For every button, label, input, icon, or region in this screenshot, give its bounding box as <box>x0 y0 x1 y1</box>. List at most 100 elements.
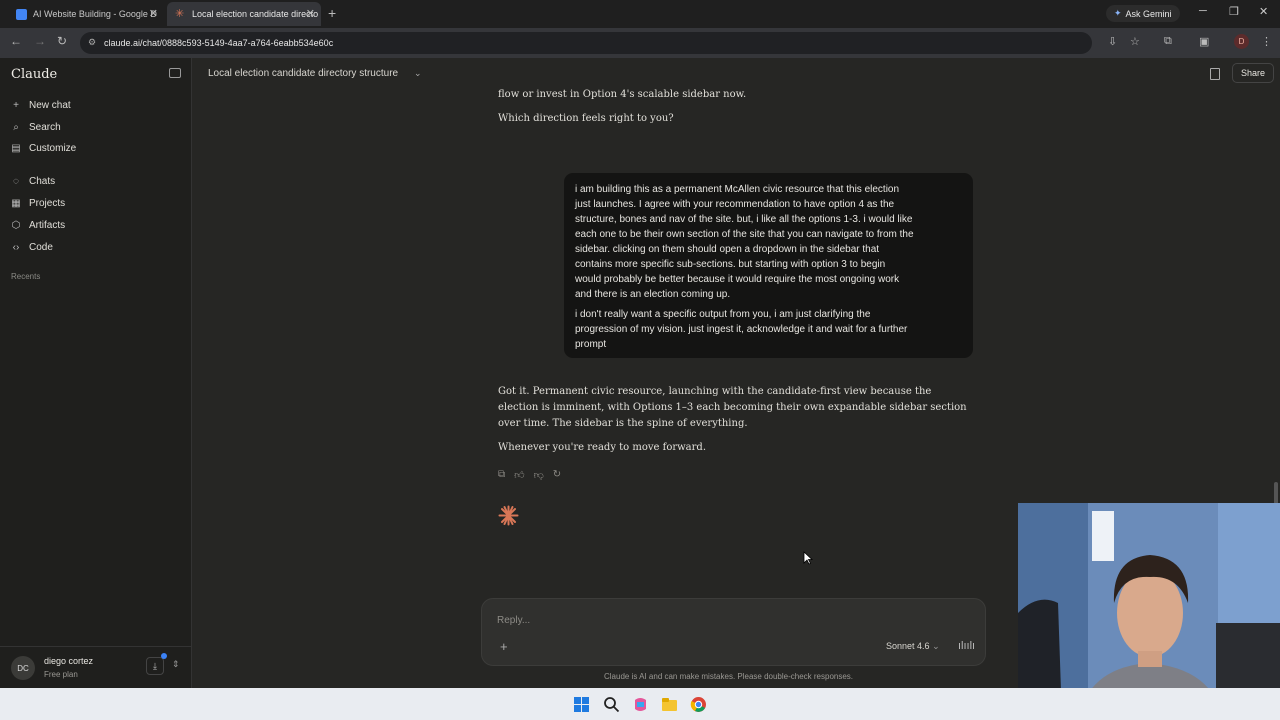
bookmark-star-icon[interactable]: ☆ <box>1130 35 1140 48</box>
sidebar-item-label: Search <box>29 121 61 133</box>
message-line: would probably be better because it woul… <box>575 274 900 285</box>
chevron-down-icon[interactable]: ⌄ <box>414 68 422 79</box>
sidebar-item-label: Chats <box>29 175 56 187</box>
close-window-icon[interactable]: ✕ <box>1259 5 1268 18</box>
message-line: contains more specific sub-sections. but… <box>575 259 886 270</box>
sidebar-item-chats[interactable]: ◌ Chats <box>10 172 55 190</box>
sidebar-item-code[interactable]: ‹› Code <box>10 238 53 256</box>
message-line: each one to be their own section of the … <box>575 229 914 240</box>
restore-icon[interactable]: ❐ <box>1229 5 1239 18</box>
search-icon: ⌕ <box>13 121 19 133</box>
thumbs-down-icon[interactable]: 👎︎ <box>534 469 544 481</box>
sidebar-item-label: Code <box>29 241 53 253</box>
reply-input[interactable]: Reply... <box>497 615 530 626</box>
assistant-reply-closing: Whenever you're ready to move forward. <box>498 442 706 453</box>
thumbs-up-icon[interactable]: 👍︎ <box>514 469 524 481</box>
sidebar-toggle-icon[interactable] <box>169 68 181 78</box>
mouse-cursor-icon <box>803 551 813 565</box>
message-line: i am building this as a permanent McAlle… <box>575 184 900 195</box>
code-icon: ‹› <box>12 241 20 253</box>
copilot-icon[interactable] <box>632 696 649 713</box>
chrome-icon[interactable] <box>690 696 707 713</box>
avatar: DC <box>11 656 35 680</box>
forward-icon[interactable]: → <box>34 34 46 48</box>
sidebar-item-projects[interactable]: ▦ Projects <box>10 194 65 212</box>
address-bar-row: ← → ↻ ⚙ claude.ai/chat/0888c593-5149-4aa… <box>0 28 1280 58</box>
copy-icon[interactable]: ⧉ <box>498 469 505 481</box>
sidebar-item-label: New chat <box>29 99 71 111</box>
close-tab-icon[interactable]: ✕ <box>149 7 158 20</box>
browser-tab-strip: AI Website Building - Google D ✕ ✳ Local… <box>0 0 1280 28</box>
taskbar <box>0 688 1280 720</box>
browser-tab-claude[interactable]: ✳ Local election candidate directo ✕ <box>167 2 321 26</box>
new-tab-icon[interactable]: + <box>328 5 336 21</box>
gemini-icon: ✦ <box>1114 8 1122 18</box>
brand-logo[interactable]: Claude <box>11 67 57 82</box>
file-explorer-icon[interactable] <box>661 696 678 713</box>
retry-icon[interactable]: ↻ <box>553 469 561 481</box>
voice-mode-icon[interactable]: ılıılı <box>958 640 975 652</box>
profile-avatar[interactable]: D <box>1234 34 1249 49</box>
user-message-paragraph: i don't really want a specific output fr… <box>575 307 963 352</box>
user-message-paragraph: i am building this as a permanent McAlle… <box>575 182 963 302</box>
message-line: sidebar. clicking on them should open a … <box>575 244 880 255</box>
user-plan: Free plan <box>44 670 78 679</box>
plus-icon: + <box>13 99 19 111</box>
minimize-icon[interactable]: ─ <box>1199 5 1207 17</box>
tab-title: AI Website Building - Google D <box>33 9 157 19</box>
recents-heading: Recents <box>11 272 41 281</box>
sidebar-item-label: Projects <box>29 197 66 209</box>
sidebar-item-artifacts[interactable]: ⬡ Artifacts <box>10 216 66 234</box>
user-message-bubble: i am building this as a permanent McAlle… <box>564 173 973 358</box>
menu-dots-icon[interactable]: ⋮ <box>1261 35 1272 48</box>
download-app-icon[interactable]: ⤓ <box>146 657 164 675</box>
claude-spark-icon <box>498 505 519 526</box>
message-line: just launches. I agree with your recomme… <box>575 199 895 210</box>
model-label: Sonnet 4.6 <box>886 641 930 651</box>
google-docs-icon <box>16 8 27 20</box>
user-account-row[interactable]: DC diego cortez Free plan ⤓ ⇕ <box>0 646 192 688</box>
disclaimer-text: Claude is AI and can make mistakes. Plea… <box>604 672 854 681</box>
chevron-down-icon: ⌄ <box>932 641 940 651</box>
artifact-icon: ⬡ <box>11 219 21 231</box>
url-text: claude.ai/chat/0888c593-5149-4aa7-a764-6… <box>104 38 334 48</box>
tab-title: Local election candidate directo <box>192 9 319 19</box>
reload-icon[interactable]: ↻ <box>57 34 67 48</box>
windows-start-icon[interactable] <box>573 696 590 713</box>
extensions-icon[interactable]: ⧉ <box>1164 35 1172 48</box>
ask-gemini-button[interactable]: ✦ Ask Gemini <box>1106 5 1180 22</box>
sidebar-item-new-chat[interactable]: + New chat <box>10 96 71 114</box>
taskbar-search-icon[interactable] <box>603 696 620 713</box>
close-tab-icon[interactable]: ✕ <box>306 7 315 20</box>
side-panel-icon[interactable]: ▣ <box>1199 35 1209 48</box>
message-line: prompt <box>575 339 607 350</box>
site-info-icon[interactable]: ⚙ <box>88 37 96 48</box>
message-line: and there is an election coming up. <box>575 289 731 300</box>
add-attachment-icon[interactable]: + <box>500 639 508 654</box>
share-button[interactable]: Share <box>1232 63 1275 83</box>
sidebar: Claude + New chat ⌕ Search ▤ Customize ◌… <box>0 58 192 688</box>
message-actions: ⧉ 👍︎ 👎︎ ↻ <box>498 469 561 481</box>
chevron-updown-icon[interactable]: ⇕ <box>172 659 180 670</box>
assistant-reply-line: election is imminent, with Options 1–3 e… <box>498 402 967 413</box>
notification-dot <box>161 653 167 659</box>
browser-tab-docs[interactable]: AI Website Building - Google D ✕ <box>8 2 164 26</box>
message-line: progression of my vision. just ingest it… <box>575 324 908 335</box>
message-line: i don't really want a specific output fr… <box>575 309 871 320</box>
model-selector[interactable]: Sonnet 4.6 ⌄ <box>886 641 940 652</box>
sidebar-item-customize[interactable]: ▤ Customize <box>10 139 76 157</box>
claude-favicon-icon: ✳ <box>175 7 185 20</box>
document-icon[interactable] <box>1210 68 1220 80</box>
chat-title[interactable]: Local election candidate directory struc… <box>208 68 398 79</box>
install-app-icon[interactable]: ⇩ <box>1108 35 1117 48</box>
reply-composer[interactable]: Reply... + Sonnet 4.6 ⌄ ılıılı <box>481 598 986 666</box>
sidebar-item-search[interactable]: ⌕ Search <box>10 118 61 136</box>
assistant-message-partial: flow or invest in Option 4's scalable si… <box>498 89 747 100</box>
message-line: structure, bones and nav of the site. bu… <box>575 214 913 225</box>
back-icon[interactable]: ← <box>10 34 22 48</box>
briefcase-icon: ▤ <box>11 142 21 154</box>
assistant-reply-line: over time. The sidebar is the spine of e… <box>498 418 748 429</box>
url-field[interactable]: ⚙ claude.ai/chat/0888c593-5149-4aa7-a764… <box>80 32 1092 54</box>
grid-icon: ▦ <box>11 197 21 209</box>
sidebar-item-label: Artifacts <box>29 219 66 231</box>
